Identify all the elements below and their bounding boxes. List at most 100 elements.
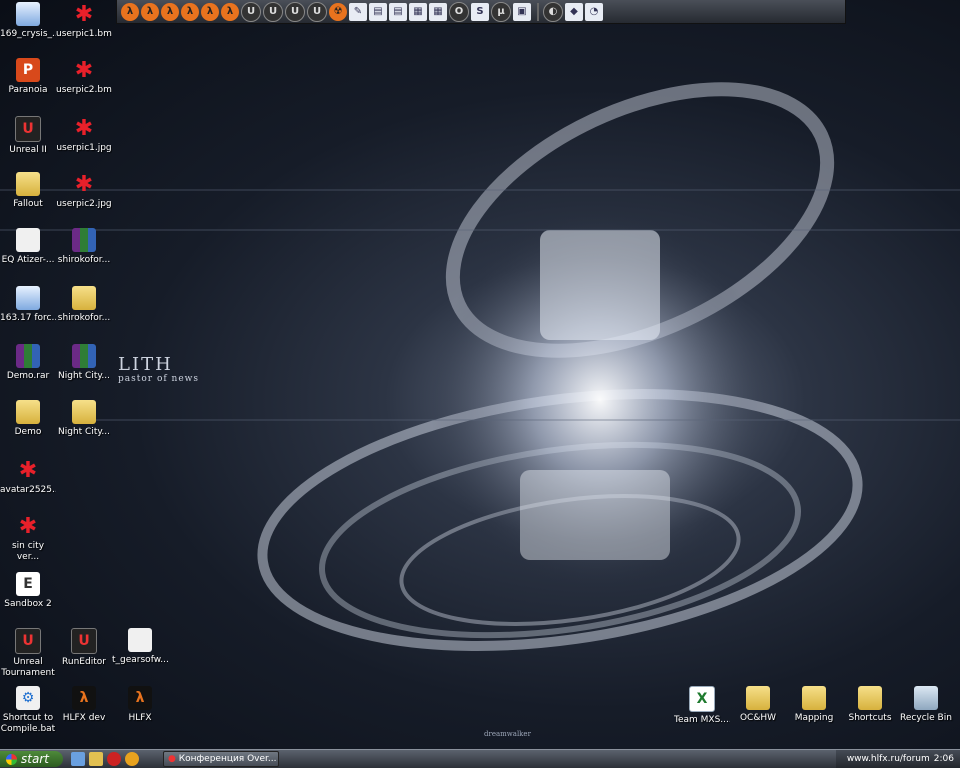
gem-icon[interactable]: ◆ bbox=[565, 2, 583, 21]
desktop-icon[interactable]: ⚙ Shortcut to Compile.bat bbox=[0, 686, 56, 735]
half-life-icon[interactable]: λ bbox=[121, 2, 139, 21]
steam-icon[interactable]: ◐ bbox=[543, 1, 563, 22]
desktop-icon-label: t_gearsofw... bbox=[112, 655, 168, 665]
tray-clock[interactable]: 2:06 bbox=[934, 754, 954, 764]
sandbox-editor-icon: E bbox=[16, 572, 40, 596]
desktop-icon-label: shirokofor... bbox=[57, 313, 111, 323]
skype-icon[interactable]: S bbox=[471, 2, 489, 21]
desktop-icon-label: Mapping bbox=[794, 713, 834, 723]
window-icon[interactable]: ▣ bbox=[513, 2, 531, 21]
desktop-icon-label: HLFX bbox=[128, 713, 152, 723]
desktop-icon-label: 169_crysis_... bbox=[0, 29, 56, 39]
document-icon[interactable]: ▤ bbox=[369, 2, 387, 21]
unreal-quicklaunch-icon[interactable] bbox=[106, 752, 121, 766]
game-unreal-tournament-icon: U bbox=[15, 628, 41, 654]
desktop-icon-label: avatar2525... bbox=[0, 485, 56, 495]
half-life-icon: λ bbox=[72, 686, 96, 710]
desktop-icon-label: 163.17 forc... bbox=[0, 313, 56, 323]
editor-icon[interactable]: ✎ bbox=[349, 2, 367, 21]
half-life-icon[interactable]: λ bbox=[141, 2, 159, 21]
folder-tool-icon[interactable]: ▦ bbox=[429, 2, 447, 21]
game-unreal-icon: U bbox=[15, 116, 41, 142]
unreal-icon[interactable]: U bbox=[241, 1, 261, 22]
start-button[interactable]: start bbox=[0, 751, 63, 767]
desktop-icon[interactable]: Night City... bbox=[56, 344, 112, 382]
desktop-icon[interactable]: X Team MXS.... bbox=[674, 686, 730, 726]
half-life-icon: λ bbox=[128, 686, 152, 710]
desktop-icon-label: Paranoia bbox=[8, 85, 48, 95]
half-life-icon[interactable]: λ bbox=[221, 2, 239, 21]
desktop-icon[interactable]: t_gearsofw... bbox=[112, 628, 168, 666]
image-file-icon: ✱ bbox=[18, 457, 38, 483]
desktop-icon[interactable]: shirokofor... bbox=[56, 286, 112, 324]
desktop-icon[interactable]: ✱ userpic1.bmp bbox=[56, 2, 112, 40]
desktop-icon[interactable]: 163.17 forc... bbox=[0, 286, 56, 324]
game-paranoia-icon: P bbox=[16, 58, 40, 82]
desktop-icon[interactable]: U Unreal Tournament bbox=[0, 628, 56, 679]
desktop-icon[interactable]: U RunEditor bbox=[56, 628, 112, 668]
taskbar-window-button[interactable]: ● Конференция Over... bbox=[162, 751, 279, 767]
desktop-icon[interactable]: EQ Atizer-... bbox=[0, 228, 56, 266]
folder-quicklaunch-icon[interactable] bbox=[88, 752, 103, 766]
desktop-icon-label: Shortcut to Compile.bat bbox=[0, 713, 56, 734]
half-life-icon[interactable]: λ bbox=[161, 2, 179, 21]
desktop-icon-label: Team MXS.... bbox=[674, 715, 730, 725]
opera-icon: ● bbox=[167, 754, 176, 764]
folder-icon bbox=[72, 286, 96, 310]
half-life-icon[interactable]: λ bbox=[181, 2, 199, 21]
opera-icon[interactable]: O bbox=[449, 1, 469, 22]
unreal-icon[interactable]: U bbox=[307, 1, 327, 22]
toolbar-separator bbox=[537, 2, 539, 21]
folder-icon bbox=[746, 686, 770, 710]
document-icon[interactable]: ▤ bbox=[389, 2, 407, 21]
desktop-icon[interactable]: 169_crysis_... bbox=[0, 2, 56, 40]
radiation-quicklaunch-icon[interactable] bbox=[124, 752, 139, 766]
desktop-icon[interactable]: OC&HW bbox=[730, 686, 786, 724]
desktop-icon[interactable]: Demo.rar bbox=[0, 344, 56, 382]
desktop-icon-label: Demo bbox=[14, 427, 42, 437]
desktop-icon[interactable]: ✱ sin city ver... bbox=[0, 514, 56, 563]
desktop-icon[interactable]: λ HLFX dev bbox=[56, 686, 112, 724]
radiation-icon[interactable]: ☢ bbox=[329, 2, 347, 21]
desktop-icon[interactable]: P Paranoia bbox=[0, 58, 56, 96]
desktop-icon[interactable]: Fallout bbox=[0, 172, 56, 210]
unreal-icon[interactable]: U bbox=[263, 1, 283, 22]
desktop-icon[interactable]: Recycle Bin bbox=[898, 686, 954, 724]
desktop-icon[interactable]: Shortcuts bbox=[842, 686, 898, 724]
desktop-icon[interactable]: Mapping bbox=[786, 686, 842, 724]
wallpaper-footer: dreamwalker bbox=[484, 730, 531, 738]
desktop-icon[interactable]: ✱ avatar2525... bbox=[0, 458, 56, 496]
desktop-icon-label: Fallout bbox=[13, 199, 43, 209]
image-file-icon: ✱ bbox=[74, 57, 94, 83]
desktop-icon[interactable]: E Sandbox 2 bbox=[0, 572, 56, 610]
desktop-icon-label: HLFX dev bbox=[62, 713, 106, 723]
folder-tool-icon[interactable]: ▦ bbox=[409, 2, 427, 21]
image-file-icon: ✱ bbox=[18, 513, 38, 539]
desktop-icon[interactable]: Night City... bbox=[56, 400, 112, 438]
desktop-quicklaunch-icon[interactable] bbox=[70, 752, 85, 766]
config-file-icon bbox=[16, 2, 40, 26]
tray-url: www.hlfx.ru/forum bbox=[846, 754, 930, 764]
folder-icon bbox=[16, 172, 40, 196]
batch-file-icon: ⚙ bbox=[16, 686, 40, 710]
spreadsheet-file-icon: X bbox=[689, 686, 715, 712]
desktop-icon[interactable]: ✱ userpic2.bmp bbox=[56, 58, 112, 96]
desktop-icon[interactable]: shirokofor... bbox=[56, 228, 112, 266]
archive-file-icon bbox=[72, 344, 96, 368]
launcher-toolbar: λ λ λ λ λ λ U U U U ☢ ✎ ▤ ▤ ▦ ▦ O Sµ ▣ ◐ ◆ ◔ bbox=[116, 0, 846, 24]
desktop-icon[interactable]: λ HLFX bbox=[112, 686, 168, 724]
desktop-icon[interactable]: ✱ userpic2.jpg bbox=[56, 172, 112, 210]
utorrent-icon[interactable]: µ bbox=[491, 1, 511, 22]
clock-icon[interactable]: ◔ bbox=[585, 2, 603, 21]
desktop-icon[interactable]: Demo bbox=[0, 400, 56, 438]
desktop-icon-label: Unreal II bbox=[9, 145, 47, 155]
desktop-icon-label: userpic1.bmp bbox=[56, 29, 112, 39]
desktop-icon[interactable]: U Unreal II bbox=[0, 116, 56, 156]
unreal-editor-icon: U bbox=[71, 628, 97, 654]
half-life-icon[interactable]: λ bbox=[201, 2, 219, 21]
desktop-icon[interactable]: ✱ userpic1.jpg bbox=[56, 116, 112, 154]
folder-icon bbox=[72, 400, 96, 424]
unreal-icon[interactable]: U bbox=[285, 1, 305, 22]
desktop-icon-label: Sandbox 2 bbox=[4, 599, 52, 609]
recycle-bin-icon bbox=[914, 686, 938, 710]
